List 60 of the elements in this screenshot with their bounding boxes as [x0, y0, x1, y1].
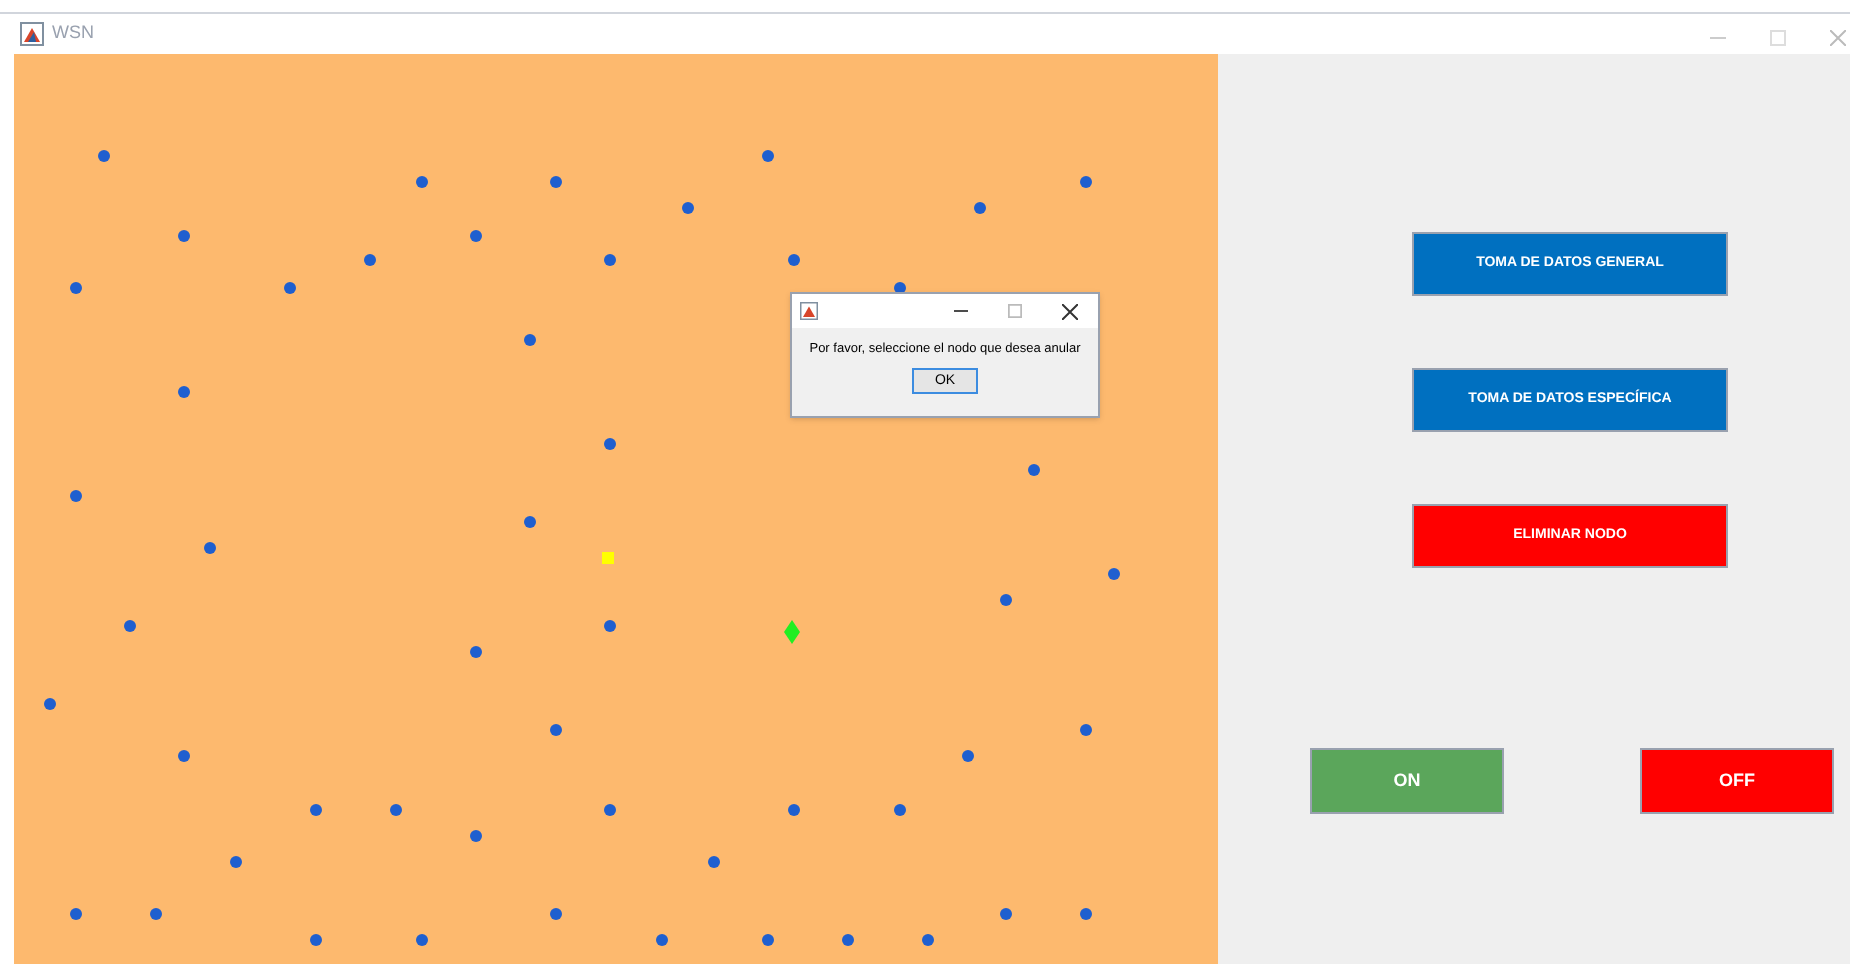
sensor-node[interactable] — [70, 282, 82, 294]
on-button[interactable]: ON — [1310, 748, 1504, 814]
sensor-node[interactable] — [416, 176, 428, 188]
sensor-node[interactable] — [550, 176, 562, 188]
base-station-marker — [602, 552, 614, 564]
sensor-node[interactable] — [364, 254, 376, 266]
sensor-node[interactable] — [310, 804, 322, 816]
sensor-node[interactable] — [98, 150, 110, 162]
sensor-node[interactable] — [550, 908, 562, 920]
sensor-node[interactable] — [124, 620, 136, 632]
sensor-node[interactable] — [178, 750, 190, 762]
window-title: WSN — [52, 19, 94, 45]
sensor-node[interactable] — [178, 230, 190, 242]
sensor-node[interactable] — [656, 934, 668, 946]
sensor-node[interactable] — [604, 620, 616, 632]
sensor-node[interactable] — [284, 282, 296, 294]
sensor-node[interactable] — [1000, 908, 1012, 920]
sensor-node[interactable] — [682, 202, 694, 214]
sensor-node[interactable] — [708, 856, 720, 868]
sensor-node[interactable] — [1108, 568, 1120, 580]
sensor-node[interactable] — [44, 698, 56, 710]
app-icon — [20, 22, 44, 46]
sensor-node[interactable] — [1000, 594, 1012, 606]
sensor-node[interactable] — [524, 516, 536, 528]
sensor-node[interactable] — [974, 202, 986, 214]
sensor-node[interactable] — [1080, 908, 1092, 920]
sensor-node[interactable] — [788, 254, 800, 266]
sensor-node[interactable] — [550, 724, 562, 736]
minimize-icon[interactable] — [954, 304, 968, 318]
sensor-node[interactable] — [1028, 464, 1040, 476]
sensor-node[interactable] — [524, 334, 536, 346]
sensor-node[interactable] — [842, 934, 854, 946]
sensor-node[interactable] — [230, 856, 242, 868]
sensor-node[interactable] — [604, 804, 616, 816]
sensor-node[interactable] — [604, 438, 616, 450]
sensor-node[interactable] — [310, 934, 322, 946]
sensor-node[interactable] — [762, 934, 774, 946]
sensor-node[interactable] — [204, 542, 216, 554]
diamond-marker — [784, 620, 800, 644]
sensor-node[interactable] — [178, 386, 190, 398]
sensor-node[interactable] — [150, 908, 162, 920]
maximize-icon[interactable] — [1008, 304, 1022, 318]
app-icon — [800, 302, 818, 320]
sensor-node[interactable] — [416, 934, 428, 946]
sensor-node[interactable] — [70, 908, 82, 920]
sensor-node[interactable] — [470, 230, 482, 242]
sensor-node[interactable] — [470, 830, 482, 842]
sensor-node[interactable] — [1080, 724, 1092, 736]
off-button[interactable]: OFF — [1640, 748, 1834, 814]
sensor-node[interactable] — [1080, 176, 1092, 188]
close-icon[interactable] — [1062, 303, 1078, 319]
sensor-node[interactable] — [470, 646, 482, 658]
sensor-node[interactable] — [390, 804, 402, 816]
sensor-node[interactable] — [604, 254, 616, 266]
sensor-node[interactable] — [762, 150, 774, 162]
sensor-node[interactable] — [894, 804, 906, 816]
sensor-node[interactable] — [962, 750, 974, 762]
sensor-node[interactable] — [922, 934, 934, 946]
sensor-node[interactable] — [788, 804, 800, 816]
sensor-node[interactable] — [70, 490, 82, 502]
